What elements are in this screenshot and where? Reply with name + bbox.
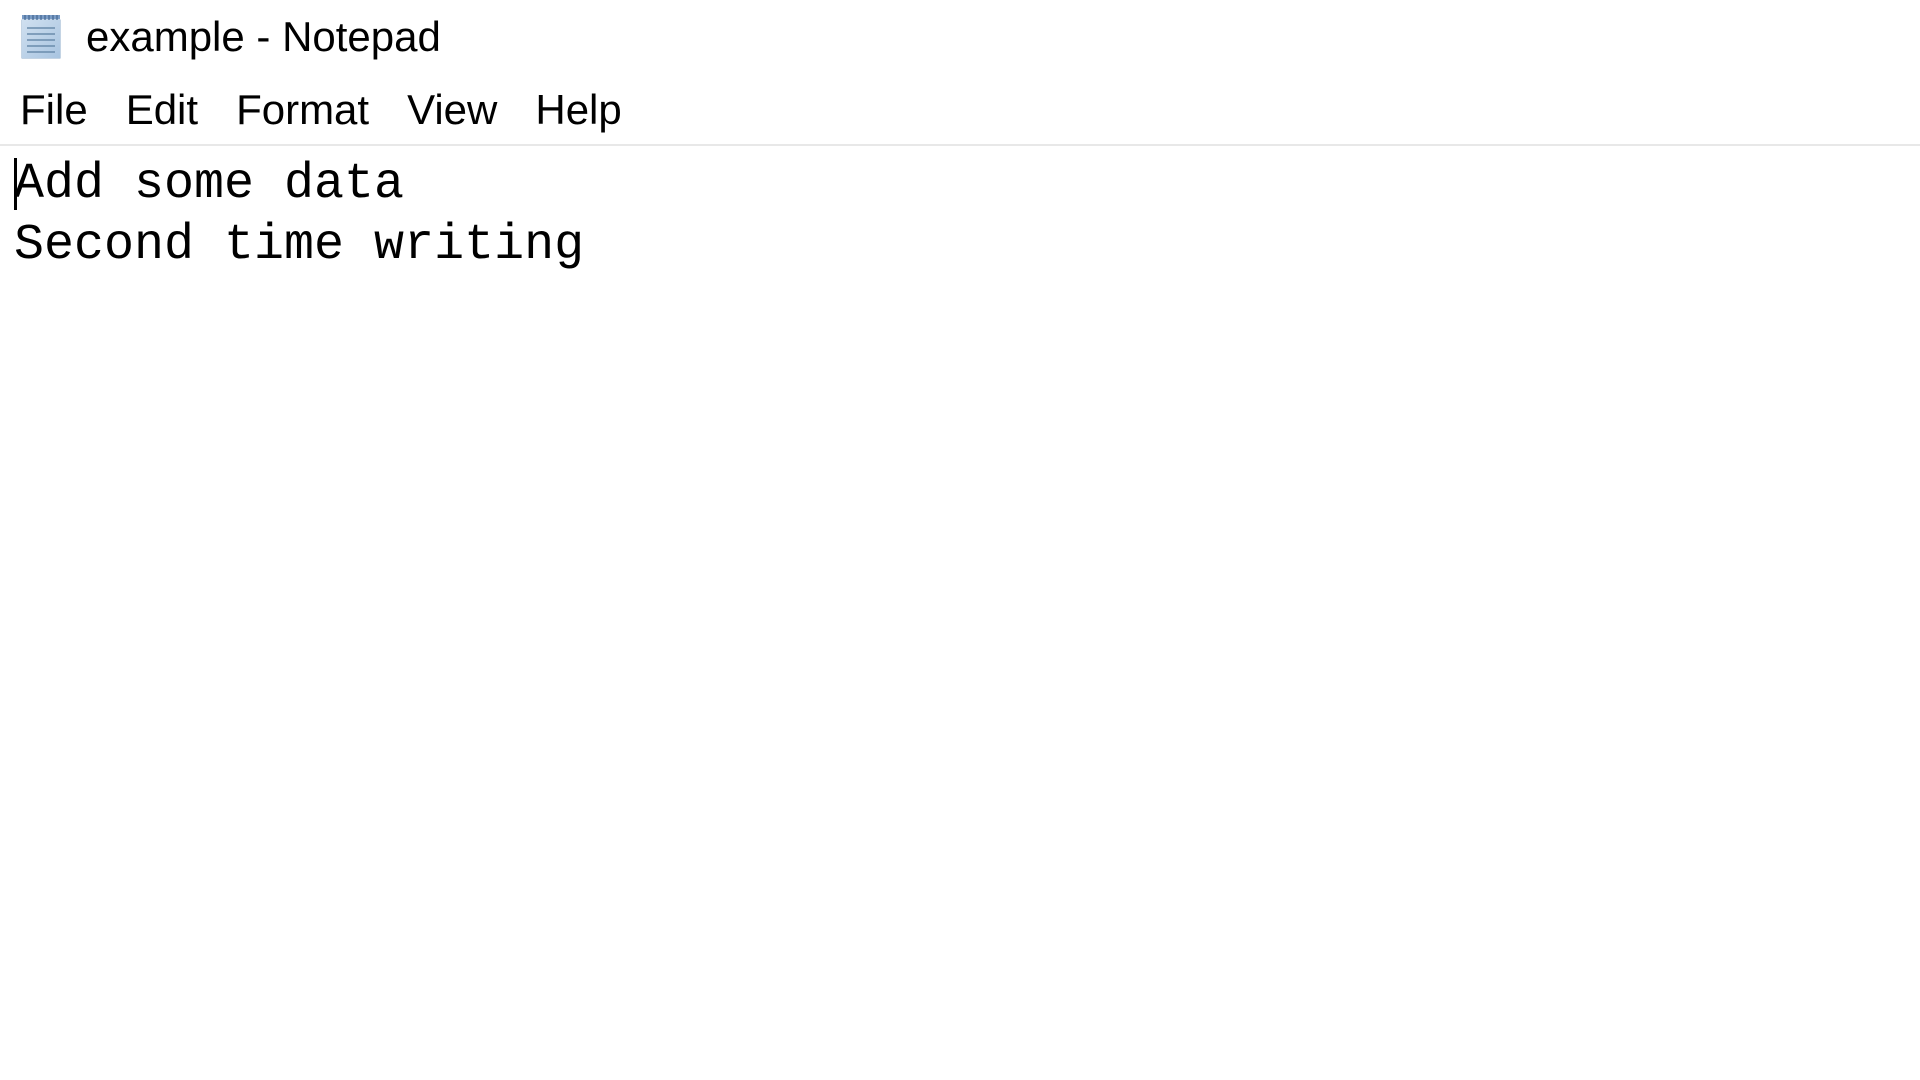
text-editor-area[interactable]: Add some data Second time writing xyxy=(0,146,1920,1080)
menu-view[interactable]: View xyxy=(407,86,497,134)
menu-help[interactable]: Help xyxy=(535,86,621,134)
menu-format[interactable]: Format xyxy=(236,86,369,134)
window-title: example - Notepad xyxy=(86,13,441,61)
menubar: File Edit Format View Help xyxy=(0,74,1920,146)
notepad-window: example - Notepad File Edit Format View … xyxy=(0,0,1920,1080)
notepad-icon xyxy=(14,10,68,64)
menu-file[interactable]: File xyxy=(20,86,88,134)
editor-content[interactable]: Add some data Second time writing xyxy=(14,154,1906,276)
menu-edit[interactable]: Edit xyxy=(126,86,198,134)
titlebar: example - Notepad xyxy=(0,0,1920,74)
